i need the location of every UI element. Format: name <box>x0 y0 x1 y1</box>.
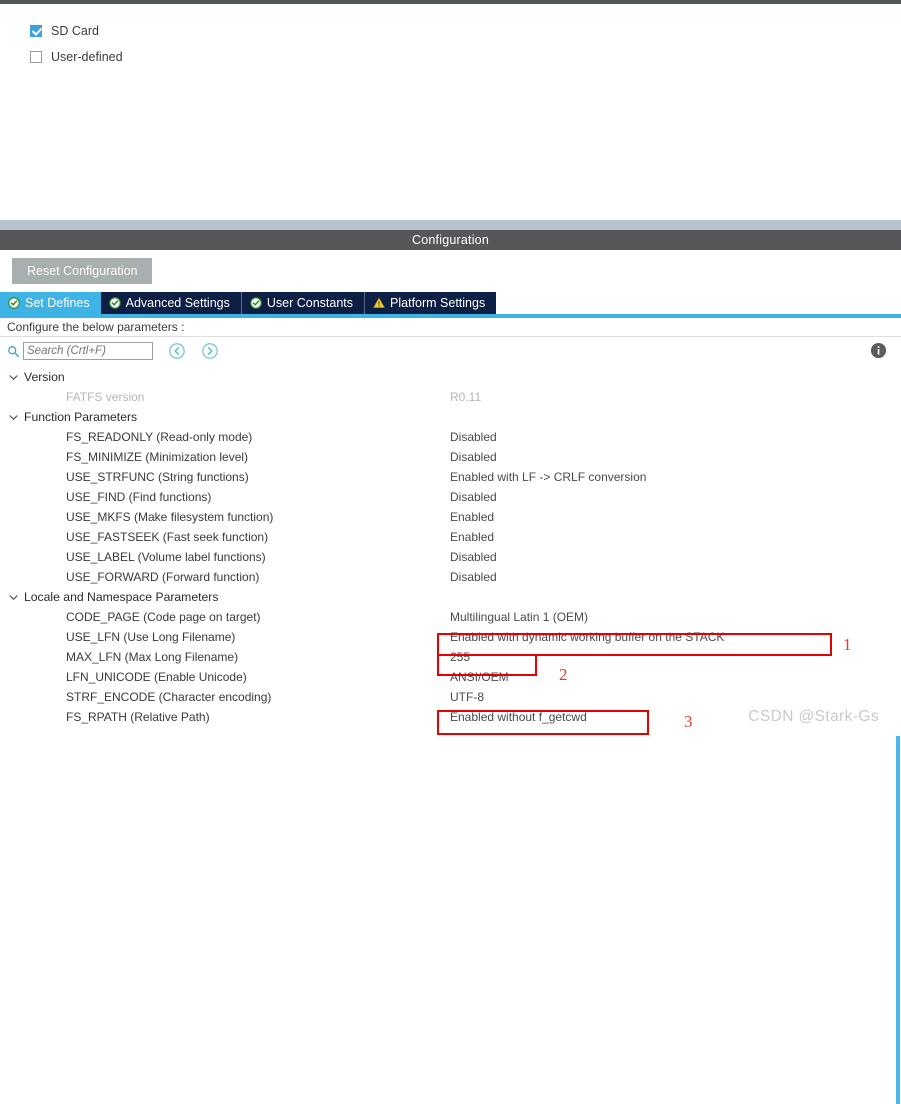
checkbox-row-sd-card[interactable]: SD Card <box>0 18 901 44</box>
table-row[interactable]: CODE_PAGE (Code page on target) Multilin… <box>0 607 901 627</box>
vertical-scrollbar-thumb[interactable] <box>896 736 900 1104</box>
table-row[interactable]: FS_MINIMIZE (Minimization level) Disable… <box>0 447 901 467</box>
table-row[interactable]: STRF_ENCODE (Character encoding) UTF-8 <box>0 687 901 707</box>
search-toolbar <box>0 337 901 365</box>
check-circle-icon <box>8 297 20 309</box>
parameter-value: Disabled <box>450 430 497 444</box>
parameter-name: LFN_UNICODE (Enable Unicode) <box>66 670 247 684</box>
parameter-name: USE_STRFUNC (String functions) <box>66 470 249 484</box>
parameter-value: Disabled <box>450 450 497 464</box>
parameter-name: USE_MKFS (Make filesystem function) <box>66 510 274 524</box>
info-circle-icon[interactable] <box>870 342 887 359</box>
configure-hint: Configure the below parameters : <box>0 318 901 337</box>
vertical-scrollbar-track[interactable] <box>893 367 901 1104</box>
tab-platform-settings[interactable]: Platform Settings <box>365 292 497 314</box>
tab-label-platform-settings: Platform Settings <box>390 296 486 310</box>
tab-advanced-settings[interactable]: Advanced Settings <box>100 292 242 314</box>
table-row[interactable]: MAX_LFN (Max Long Filename) 255 <box>0 647 901 667</box>
user-defined-label: User-defined <box>51 50 123 64</box>
parameter-value: ANSI/OEM <box>450 670 509 684</box>
sd-card-label: SD Card <box>51 24 99 38</box>
parameter-name: USE_FIND (Find functions) <box>66 490 212 504</box>
tree-group-label: Version <box>24 370 65 384</box>
panel-divider <box>0 220 901 230</box>
tree-group-locale-namespace-parameters[interactable]: Locale and Namespace Parameters <box>0 587 901 607</box>
check-circle-icon <box>250 297 262 309</box>
table-row[interactable]: USE_FASTSEEK (Fast seek function) Enable… <box>0 527 901 547</box>
parameter-value: R0.11 <box>450 390 482 404</box>
search-input[interactable] <box>23 342 153 360</box>
chevron-down-icon <box>8 412 19 423</box>
table-row[interactable]: USE_STRFUNC (String functions) Enabled w… <box>0 467 901 487</box>
check-circle-icon <box>108 297 121 309</box>
parameter-value: Enabled without f_getcwd <box>450 710 587 724</box>
parameter-name: STRF_ENCODE (Character encoding) <box>66 690 272 704</box>
parameter-value: Enabled with dynamic working buffer on t… <box>450 630 725 644</box>
parameters-tree: Version FATFS version R0.11 Function Par… <box>0 365 901 727</box>
tab-label-advanced-settings: Advanced Settings <box>125 296 230 310</box>
table-row[interactable]: USE_LABEL (Volume label functions) Disab… <box>0 547 901 567</box>
search-next-button[interactable] <box>201 342 219 360</box>
tab-label-set-defines: Set Defines <box>25 296 90 310</box>
chevron-down-icon <box>8 592 19 603</box>
table-row[interactable]: FS_READONLY (Read-only mode) Disabled <box>0 427 901 447</box>
parameter-value: 255 <box>450 650 471 664</box>
table-row[interactable]: USE_FIND (Find functions) Disabled <box>0 487 901 507</box>
parameter-value: Disabled <box>450 550 497 564</box>
user-defined-checkbox[interactable] <box>30 51 42 63</box>
configuration-title-text: Configuration <box>412 233 489 247</box>
parameter-value: Enabled with LF -> CRLF conversion <box>450 470 647 484</box>
parameter-value: Multilingual Latin 1 (OEM) <box>450 610 589 624</box>
parameter-name: MAX_LFN (Max Long Filename) <box>66 650 239 664</box>
parameter-value: Disabled <box>450 490 497 504</box>
table-row[interactable]: LFN_UNICODE (Enable Unicode) ANSI/OEM <box>0 667 901 687</box>
parameter-value: Enabled <box>450 510 495 524</box>
parameter-name: FATFS version <box>66 390 145 404</box>
tab-label-user-constants: User Constants <box>266 296 354 310</box>
table-row[interactable]: USE_FORWARD (Forward function) Disabled <box>0 567 901 587</box>
checkbox-row-user-defined[interactable]: User-defined <box>0 44 901 70</box>
parameter-name: FS_READONLY (Read-only mode) <box>66 430 253 444</box>
watermark: CSDN @Stark-Gs <box>748 708 879 725</box>
table-row[interactable]: USE_MKFS (Make filesystem function) Enab… <box>0 507 901 527</box>
configuration-title-bar: Configuration <box>0 230 901 250</box>
parameter-name: CODE_PAGE (Code page on target) <box>66 610 261 624</box>
search-previous-button[interactable] <box>168 342 186 360</box>
configuration-toolbar: Reset Configuration <box>0 250 901 292</box>
warning-triangle-icon <box>373 297 385 309</box>
drive-selection-panel: SD Card User-defined <box>0 4 901 220</box>
parameter-name: FS_RPATH (Relative Path) <box>66 710 210 724</box>
tab-set-defines[interactable]: Set Defines <box>0 292 101 314</box>
table-row[interactable]: USE_LFN (Use Long Filename) Enabled with… <box>0 627 901 647</box>
configuration-tabs: Set Defines Advanced Settings User Const… <box>0 292 901 314</box>
tree-group-label: Locale and Namespace Parameters <box>24 590 219 604</box>
tabs-container: Set Defines Advanced Settings User Const… <box>0 292 497 314</box>
reset-configuration-button[interactable]: Reset Configuration <box>12 257 153 285</box>
parameter-value: Enabled <box>450 530 495 544</box>
parameter-value: Disabled <box>450 570 497 584</box>
parameter-name: USE_FORWARD (Forward function) <box>66 570 260 584</box>
tab-user-constants[interactable]: User Constants <box>241 292 366 314</box>
tree-group-version[interactable]: Version <box>0 367 901 387</box>
search-icon <box>7 345 20 358</box>
parameter-name: USE_FASTSEEK (Fast seek function) <box>66 530 269 544</box>
chevron-down-icon <box>8 372 19 383</box>
parameter-name: USE_LFN (Use Long Filename) <box>66 630 236 644</box>
sd-card-checkbox[interactable] <box>30 25 42 37</box>
configure-hint-text: Configure the below parameters : <box>7 320 185 334</box>
parameter-name: FS_MINIMIZE (Minimization level) <box>66 450 249 464</box>
table-row[interactable]: FATFS version R0.11 <box>0 387 901 407</box>
parameter-value: UTF-8 <box>450 690 484 704</box>
tree-group-label: Function Parameters <box>24 410 138 424</box>
parameter-name: USE_LABEL (Volume label functions) <box>66 550 266 564</box>
tree-group-function-parameters[interactable]: Function Parameters <box>0 407 901 427</box>
